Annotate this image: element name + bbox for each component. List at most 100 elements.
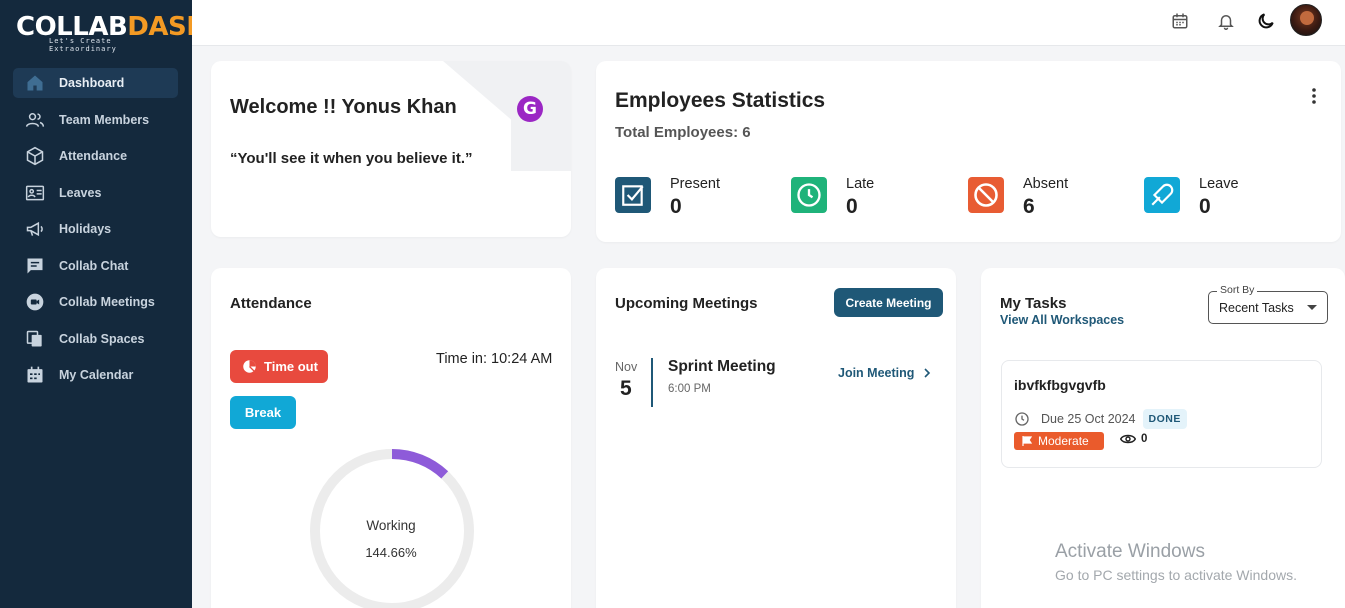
calendar-icon[interactable]	[1169, 10, 1191, 32]
sidebar-item-collab-chat[interactable]: Collab Chat	[13, 251, 178, 281]
g-logo-icon: G	[517, 96, 543, 122]
priority-label: Moderate	[1038, 434, 1089, 448]
flag-icon	[1022, 436, 1032, 446]
bell-icon[interactable]	[1215, 10, 1237, 32]
chat-icon	[27, 258, 43, 273]
meetings-title: Upcoming Meetings	[615, 295, 758, 312]
sidebar-item-leaves[interactable]: Leaves	[13, 178, 178, 208]
stat-present: Present 0	[615, 176, 720, 219]
sidebar-item-label: Holidays	[59, 222, 112, 236]
welcome-card: Welcome !! Yonus Khan “You'll see it whe…	[211, 61, 571, 237]
stat-label: Absent	[1023, 176, 1069, 192]
stat-value: 0	[846, 195, 858, 218]
time-in-text: Time in: 10:24 AM	[436, 351, 553, 367]
cube-icon	[26, 146, 44, 166]
sidebar-item-collab-spaces[interactable]: Collab Spaces	[13, 324, 178, 354]
status-badge: DONE	[1142, 409, 1187, 429]
calendar-icon	[27, 366, 43, 383]
avatar[interactable]	[1290, 4, 1322, 36]
create-meeting-button[interactable]: Create Meeting	[834, 288, 943, 317]
stat-value: 6	[1023, 195, 1035, 218]
sidebar-item-label: Dashboard	[59, 76, 125, 90]
meeting-time: 6:00 PM	[668, 383, 711, 395]
meeting-name: Sprint Meeting	[668, 358, 776, 375]
create-meeting-label: Create Meeting	[845, 295, 932, 310]
clock-icon	[791, 177, 827, 213]
break-button[interactable]: Break	[230, 396, 296, 429]
stat-label: Leave	[1199, 176, 1239, 192]
stat-late: Late 0	[791, 176, 874, 219]
sidebar: COLLABDASH Let's Create Extraordinary Da…	[0, 0, 208, 608]
meeting-month: Nov	[615, 360, 638, 374]
upcoming-meetings-card: Upcoming Meetings Create Meeting Nov 5 S…	[596, 268, 956, 608]
sidebar-item-label: Collab Spaces	[59, 331, 145, 346]
chevron-right-icon	[924, 368, 931, 378]
attendance-card: Attendance Time out Break Time in: 10:24…	[211, 268, 571, 608]
sort-by-label: Sort By	[1217, 284, 1258, 296]
app-logo[interactable]: COLLABDASH Let's Create Extraordinary	[16, 14, 208, 53]
sidebar-item-holidays[interactable]: Holidays	[13, 214, 178, 244]
time-out-label: Time out	[264, 359, 318, 374]
video-icon	[26, 293, 44, 311]
task-name: ibvfkfbgvgvfb	[1014, 377, 1106, 393]
stat-leave: Leave 0	[1144, 176, 1239, 219]
sidebar-item-label: Collab Chat	[59, 258, 129, 273]
stat-value: 0	[670, 195, 682, 218]
task-due-date: Due 25 Oct 2024	[1041, 412, 1136, 426]
time-out-button[interactable]: Time out	[230, 350, 328, 383]
sidebar-item-dashboard[interactable]: Dashboard	[13, 68, 178, 98]
stat-label: Present	[670, 176, 720, 192]
working-gauge-arc	[391, 449, 449, 479]
team-icon	[25, 112, 45, 127]
eye-icon	[1120, 434, 1136, 444]
stat-label: Late	[846, 176, 875, 192]
task-views-count: 0	[1141, 433, 1148, 445]
plane-icon	[1144, 177, 1180, 213]
dark-mode-icon[interactable]	[1255, 10, 1277, 32]
sidebar-nav: Dashboard Team Members Attendance Leaves…	[13, 68, 178, 397]
timer-icon	[243, 360, 256, 373]
top-bar	[192, 0, 1345, 46]
priority-badge: Moderate	[1014, 432, 1104, 450]
meeting-day: 5	[620, 377, 632, 400]
sidebar-item-team-members[interactable]: Team Members	[13, 105, 178, 135]
view-all-workspaces-link[interactable]: View All Workspaces	[1000, 313, 1124, 327]
sidebar-item-my-calendar[interactable]: My Calendar	[13, 360, 178, 390]
stats-title: Employees Statistics	[615, 89, 826, 112]
task-item[interactable]: ibvfkfbgvgvfb Due 25 Oct 2024 DONE Moder…	[1001, 360, 1322, 468]
attendance-title: Attendance	[230, 295, 312, 312]
sort-by-select[interactable]: Sort By Recent Tasks	[1208, 284, 1328, 324]
megaphone-icon	[26, 221, 43, 237]
sidebar-item-label: Collab Meetings	[59, 295, 155, 309]
task-views: 0	[1120, 433, 1147, 445]
employee-stats-card: Employees Statistics Total Employees: 6 …	[596, 61, 1341, 242]
gauge-value: 144.66%	[365, 545, 417, 560]
home-icon	[27, 75, 43, 91]
badge-letter: G	[523, 99, 537, 119]
sidebar-item-label: Attendance	[59, 149, 128, 163]
sort-by-value: Recent Tasks	[1219, 301, 1294, 315]
welcome-quote: “You'll see it when you believe it.”	[230, 150, 473, 167]
checkbox-icon	[615, 177, 651, 213]
join-meeting-label: Join Meeting	[838, 366, 915, 380]
stat-absent: Absent 6	[968, 176, 1068, 219]
clock-icon	[1015, 412, 1029, 426]
block-icon	[968, 177, 1004, 213]
sidebar-item-label: Team Members	[59, 112, 150, 127]
join-meeting-link[interactable]: Join Meeting	[838, 366, 931, 380]
tasks-title: My Tasks	[1000, 295, 1067, 312]
copy-icon	[26, 330, 42, 346]
sidebar-item-label: My Calendar	[59, 368, 134, 382]
chevron-down-icon	[1307, 305, 1317, 310]
leave-board-icon	[25, 185, 45, 200]
activate-windows-title: Activate Windows	[1055, 541, 1205, 562]
break-label: Break	[244, 405, 282, 420]
sidebar-item-attendance[interactable]: Attendance	[13, 141, 178, 171]
task-due-row: Due 25 Oct 2024 DONE	[1014, 409, 1187, 429]
sidebar-item-label: Leaves	[59, 185, 102, 200]
gauge-label: Working	[366, 518, 416, 533]
stat-value: 0	[1199, 195, 1211, 218]
sidebar-item-collab-meetings[interactable]: Collab Meetings	[13, 287, 178, 317]
more-options-icon[interactable]	[1308, 87, 1320, 105]
meeting-divider	[651, 358, 653, 407]
